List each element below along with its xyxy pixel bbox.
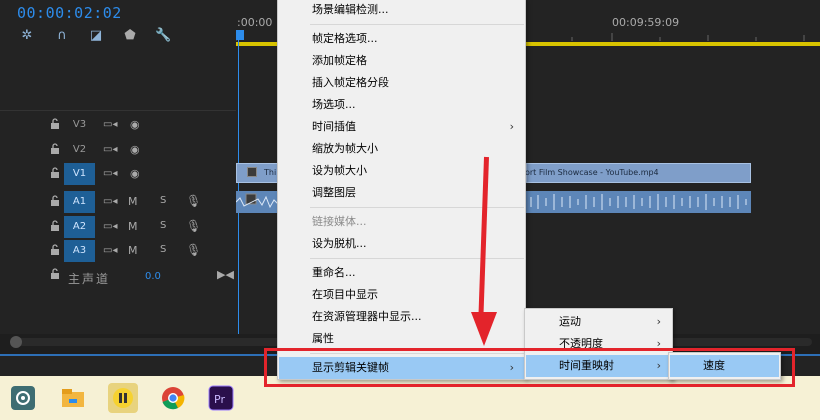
mute-button[interactable]: M [128,244,138,257]
lock-icon[interactable] [50,118,60,130]
track-header-a2: A2 ▭◂ M S 🎙 [0,216,236,238]
solo-button[interactable]: S [160,244,166,255]
lock-icon[interactable] [50,167,60,179]
track-header-a1: A1 ▭◂ M S 🎙 [0,191,236,213]
taskbar-app[interactable] [58,383,88,413]
wrench-icon[interactable]: 🔧 [155,28,171,44]
taskbar-app[interactable]: Pr [206,383,236,413]
master-volume-value[interactable]: 0.0 [145,271,161,282]
track-header-a3: A3 ▭◂ M S 🎙 [0,240,236,262]
chrome-icon [162,387,185,410]
menu-item-rename[interactable]: 重命名... [279,262,524,284]
timecode-display[interactable]: 00:00:02:02 [17,4,122,22]
track-header-v1: V1 ▭◂ ◉ [0,163,236,185]
sync-lock-icon[interactable]: ▭◂ [103,196,117,208]
eye-icon[interactable]: ◉ [130,143,140,156]
settings-circle-icon [11,386,35,410]
premiere-pro-icon: Pr [208,385,234,411]
track-name[interactable]: V2 [64,139,95,161]
linked-selection-icon[interactable]: ◪ [88,28,104,44]
lock-icon[interactable] [50,143,60,155]
track-name[interactable]: V3 [64,114,95,136]
divider [0,110,236,111]
eye-icon[interactable]: ◉ [130,118,140,131]
microphone-icon[interactable]: 🎙 [186,243,201,257]
microphone-icon[interactable]: 🎙 [186,219,201,233]
submenu-item-motion[interactable]: 运动 › [526,311,671,333]
microphone-icon[interactable]: 🎙 [186,194,201,208]
video-clip-v1[interactable]: Thi [236,163,278,183]
track-header-v2: V2 ▭◂ ◉ [0,139,236,161]
chevron-right-icon: › [656,315,661,328]
menu-item-insert-frame-hold-segment[interactable]: 插入帧定格分段 [279,72,524,94]
solo-button[interactable]: S [160,195,166,206]
menu-item-label: 运动 [559,315,581,328]
mute-button[interactable]: M [128,195,138,208]
snap-icon[interactable]: ✲ [19,28,35,44]
menu-item-label: 时间插值 [312,120,356,133]
file-explorer-icon [62,389,84,407]
menu-separator [310,207,524,208]
scrollbar-handle[interactable] [10,336,22,348]
track-name[interactable]: A3 [64,240,95,262]
sync-lock-icon[interactable]: ▭◂ [103,119,117,131]
menu-item-frame-hold-options[interactable]: 帧定格选项... [279,28,524,50]
waveform [530,194,747,210]
solo-button[interactable]: S [160,220,166,231]
menu-separator [310,24,524,25]
menu-item-scene-edit-detection[interactable]: 场景编辑检测... [279,0,524,21]
menu-item-make-offline[interactable]: 设为脱机... [279,233,524,255]
playhead-line [238,40,239,335]
menu-item-add-frame-hold[interactable]: 添加帧定格 [279,50,524,72]
lock-icon[interactable] [50,220,60,232]
menu-item-reveal-in-project[interactable]: 在项目中显示 [279,284,524,306]
clip-name: ort Film Showcase - YouTube.mp4 [525,168,659,177]
mute-button[interactable]: M [128,220,138,233]
audio-clip-a1[interactable] [236,191,278,213]
premiere-text: Pr [214,393,225,406]
go-to-end-icon[interactable]: ▶◀ [217,268,234,281]
sync-lock-icon[interactable]: ▭◂ [103,245,117,257]
lock-icon[interactable] [50,244,60,256]
taskbar-app[interactable] [8,383,38,413]
menu-item-time-interpolation[interactable]: 时间插值 › [279,116,524,138]
menu-item-field-options[interactable]: 场选项... [279,94,524,116]
sync-lock-icon[interactable]: ▭◂ [103,221,117,233]
lock-icon[interactable] [50,268,60,280]
sync-lock-icon[interactable]: ▭◂ [103,168,117,180]
chevron-right-icon: › [509,120,514,133]
video-clip-v1-right[interactable]: ort Film Showcase - YouTube.mp4 [525,163,751,183]
ruler-end-label: 00:09:59:09 [612,16,680,29]
master-track-label: 主声道 [68,272,111,286]
annotation-highlight-box [264,348,795,387]
annotation-arrow-head [471,312,497,346]
sync-lock-icon[interactable]: ▭◂ [103,144,117,156]
track-name[interactable]: V1 [64,163,95,185]
premiere-timeline-window: 00:00:02:02 ✲ ∩ ◪ ⬟ 🔧 :00:00 00:09:59:09… [0,0,820,420]
ruler-start-label: :00:00 [237,16,273,29]
taskbar-app[interactable] [158,383,188,413]
fx-badge-icon [247,167,257,177]
audio-clip-a1-right[interactable] [526,191,751,213]
track-name[interactable]: A2 [64,216,95,238]
track-name[interactable]: A1 [64,191,95,213]
track-header-v3: V3 ▭◂ ◉ [0,114,236,136]
menu-item-link-media: 链接媒体... [312,215,367,228]
clip-name: Thi [264,168,277,177]
waveform [236,193,278,209]
magnet-icon[interactable]: ∩ [54,28,70,44]
playhead-handle[interactable] [236,30,244,40]
lock-icon[interactable] [50,195,60,207]
taskbar-app[interactable] [108,383,138,413]
marker-icon[interactable]: ⬟ [122,28,138,44]
eye-icon[interactable]: ◉ [130,167,140,180]
pause-app-icon [113,388,133,408]
menu-separator [310,258,524,259]
